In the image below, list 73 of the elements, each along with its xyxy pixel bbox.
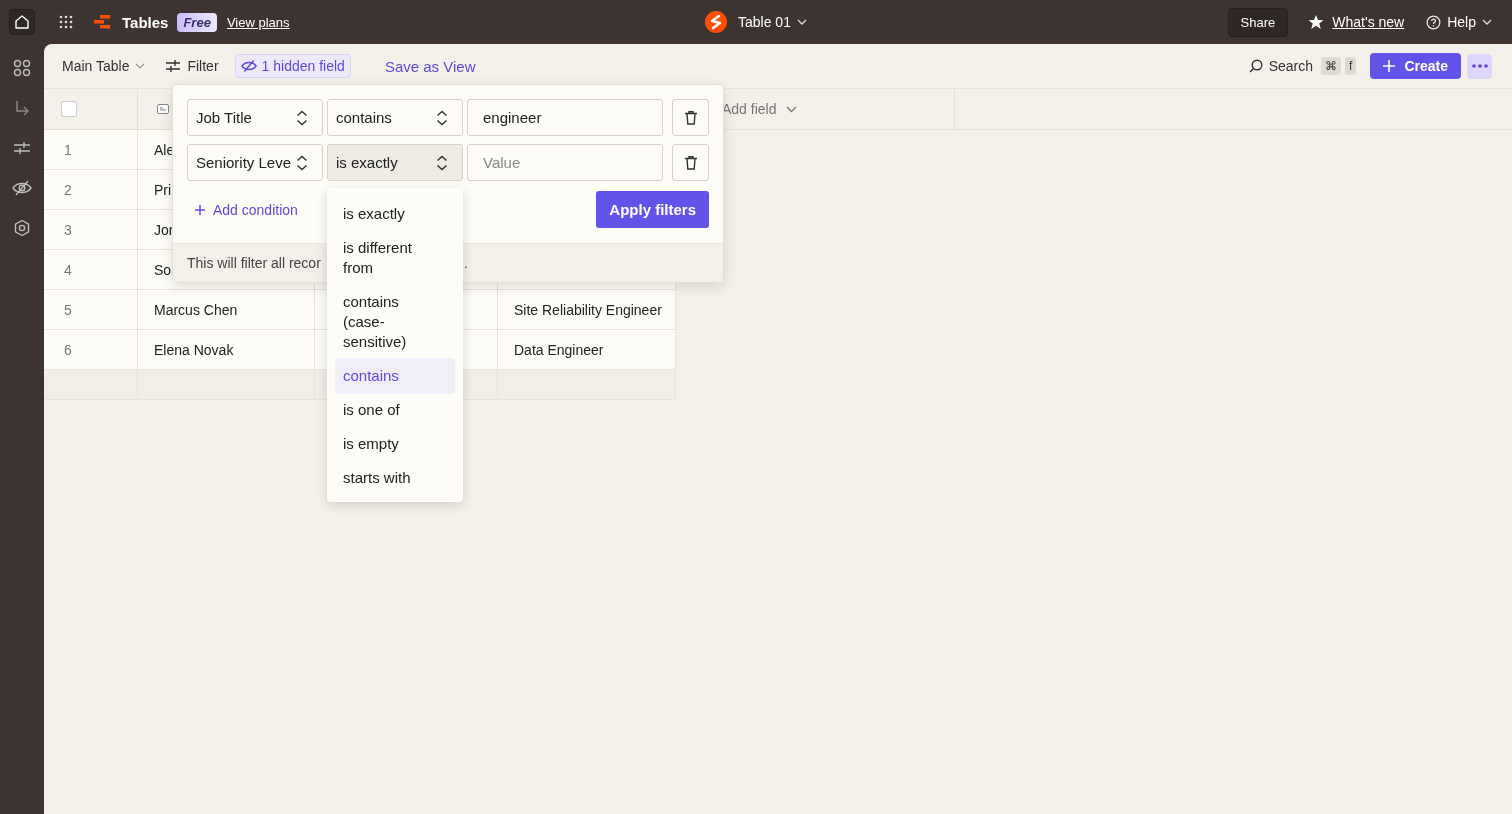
row-number: 4	[44, 250, 138, 290]
view-dropdown[interactable]: Main Table	[62, 58, 146, 74]
filter-button[interactable]: Filter	[165, 58, 219, 74]
table-logo-icon	[705, 11, 727, 33]
delete-button[interactable]	[672, 99, 709, 136]
app-name: Tables	[122, 13, 169, 31]
star-icon	[1308, 14, 1325, 30]
help-menu[interactable]: Help	[1426, 14, 1492, 30]
table-cell: Site Reliability Engineer	[498, 290, 676, 330]
save-as-view-link[interactable]: Save as View	[384, 57, 476, 75]
search-icon	[1248, 59, 1263, 73]
filter-note-end: .	[464, 255, 468, 271]
view-plans-link[interactable]: View plans	[226, 14, 290, 30]
shortcut-key: f	[1345, 57, 1357, 75]
more-button[interactable]	[1467, 53, 1492, 79]
help-icon	[1426, 14, 1442, 30]
menu-item[interactable]: is exactly	[335, 196, 455, 232]
more-icon	[1471, 64, 1488, 68]
field-select[interactable]: Job Title	[187, 99, 323, 136]
table-cell: Marcus Chen	[138, 290, 315, 330]
settings-icon[interactable]	[13, 219, 31, 237]
chevron-icon	[1482, 19, 1492, 25]
delete-button[interactable]	[672, 144, 709, 181]
chevron-icon	[786, 105, 798, 113]
eye-off-icon	[240, 59, 257, 73]
arrow-icon[interactable]	[13, 99, 31, 117]
value-field[interactable]: Value	[467, 144, 663, 181]
value-field[interactable]: engineer	[467, 99, 663, 136]
apps-icon[interactable]	[13, 59, 31, 77]
row-number: 1	[44, 130, 138, 170]
logo-icon	[94, 15, 110, 29]
trash-icon	[684, 155, 697, 170]
menu-item[interactable]: is different from	[335, 230, 455, 286]
sliders-icon[interactable]	[13, 139, 31, 157]
plus-icon	[1383, 60, 1396, 72]
plus-icon	[194, 203, 206, 216]
row-number: 6	[44, 330, 138, 370]
menu-item[interactable]: starts with	[335, 460, 455, 496]
chevron-icon	[796, 19, 807, 25]
whats-new-link[interactable]: What's new	[1332, 14, 1405, 30]
operator-select[interactable]: is exactly	[327, 144, 463, 181]
menu-item[interactable]: contains	[335, 358, 455, 394]
up-down-chevron-icon	[436, 109, 448, 126]
up-down-chevron-icon	[436, 154, 448, 171]
hidden-fields-button[interactable]: 1 hidden field	[234, 54, 351, 78]
chevron-icon	[135, 63, 146, 69]
row-number: 5	[44, 290, 138, 330]
text-field-icon	[157, 104, 169, 114]
menu-item[interactable]: is one of	[335, 392, 455, 428]
operator-select[interactable]: contains	[327, 99, 463, 136]
home-icon	[14, 14, 30, 30]
row-number: 2	[44, 170, 138, 210]
up-down-chevron-icon	[296, 109, 308, 126]
menu-item[interactable]: is empty	[335, 426, 455, 462]
row-number: 3	[44, 210, 138, 250]
apply-filters-button[interactable]: Apply filters	[596, 191, 709, 228]
field-select[interactable]: Seniority Leve	[187, 144, 323, 181]
table-name-dropdown[interactable]: Table 01	[738, 14, 807, 30]
app-grid-icon[interactable]	[59, 15, 73, 29]
table-cell: Elena Novak	[138, 330, 315, 370]
share-button[interactable]: Share	[1227, 7, 1289, 37]
table-cell: Data Engineer	[498, 330, 676, 370]
home-button[interactable]	[9, 9, 35, 35]
up-down-chevron-icon	[296, 154, 308, 171]
search-button[interactable]: Search	[1248, 58, 1314, 74]
eye-off-icon[interactable]	[12, 179, 32, 197]
plan-badge: Free	[177, 12, 217, 32]
create-button[interactable]: Create	[1370, 53, 1461, 79]
trash-icon	[684, 110, 697, 125]
shortcut-key: ⌘	[1321, 57, 1342, 75]
menu-item[interactable]: contains (case-sensitive)	[335, 284, 455, 360]
filter-icon	[165, 59, 182, 73]
select-all-checkbox[interactable]	[61, 101, 77, 117]
